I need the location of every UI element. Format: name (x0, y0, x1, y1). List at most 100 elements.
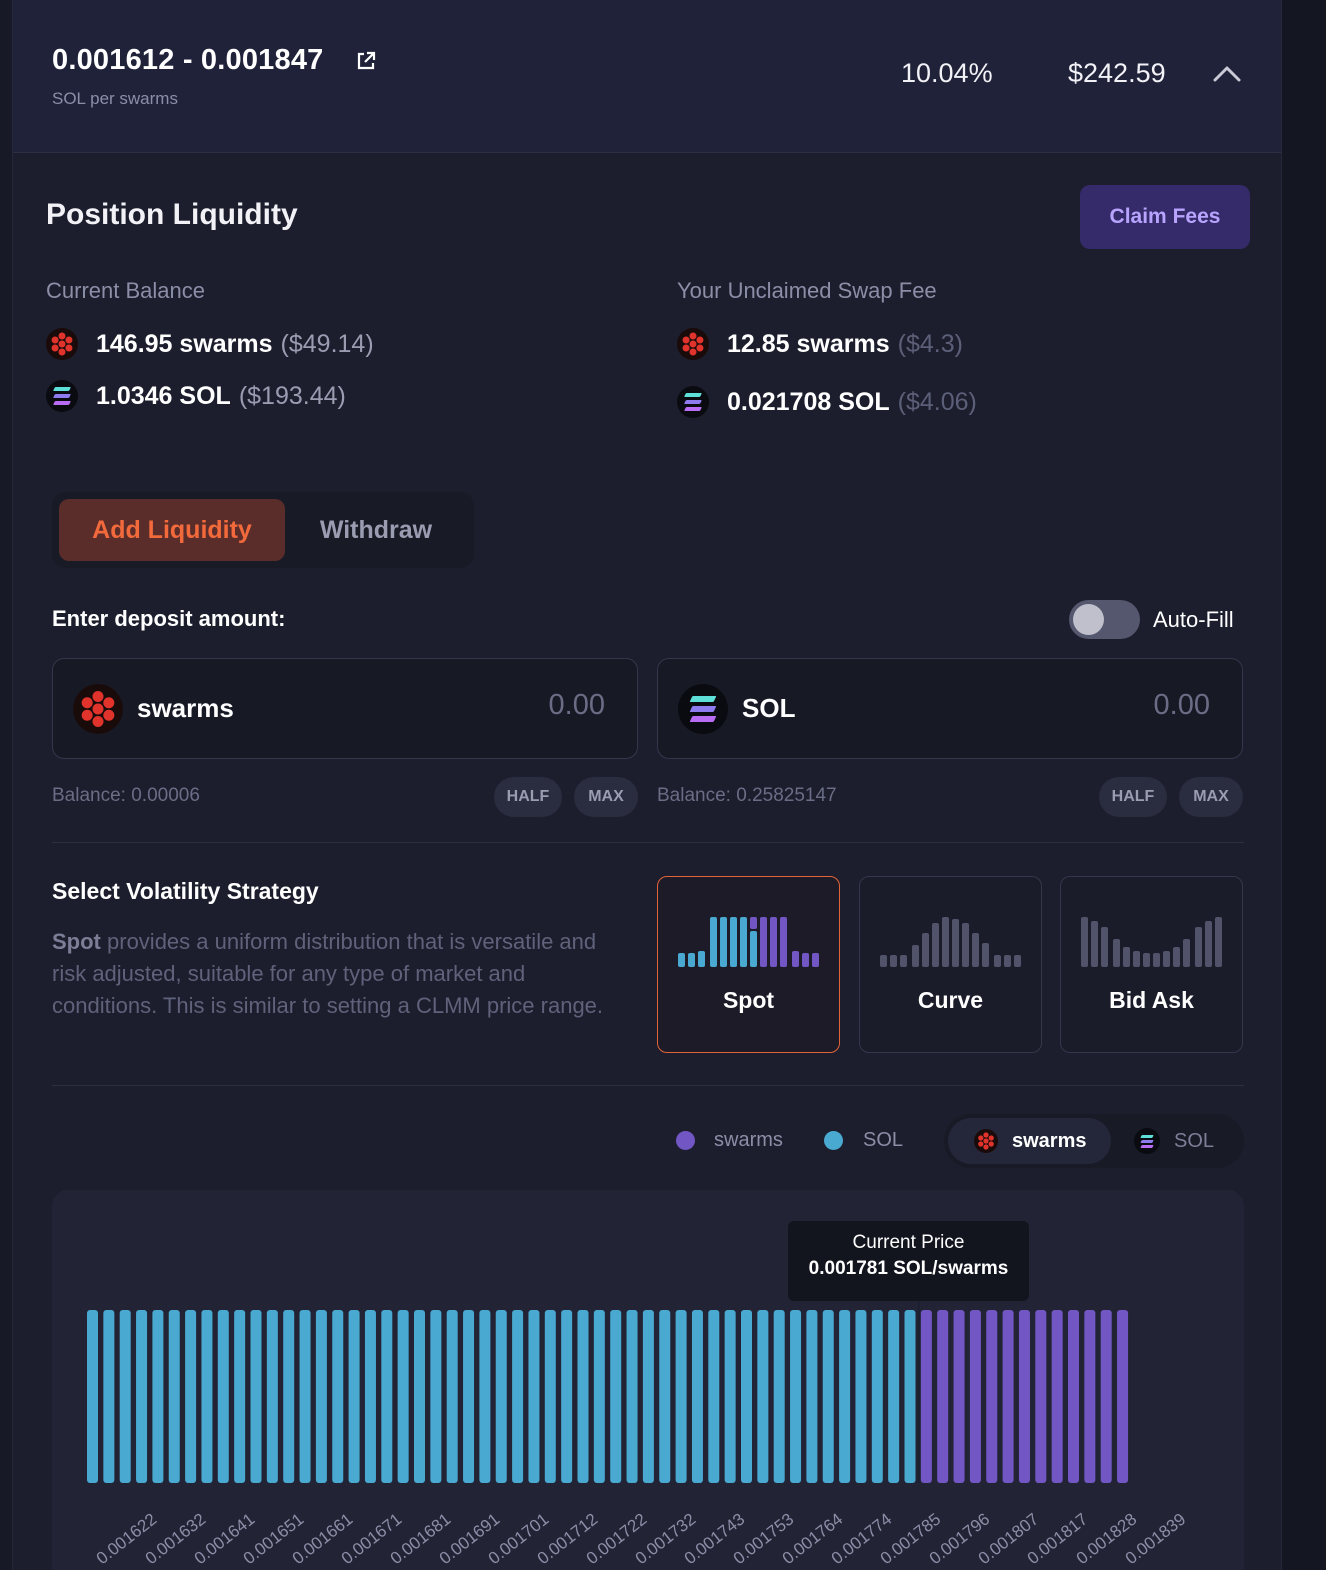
unclaimed-sol-usd: ($4.06) (897, 387, 977, 416)
sol-liquidity-bar[interactable] (773, 1310, 785, 1483)
sol-liquidity-bar[interactable] (315, 1310, 327, 1483)
sol-max-button[interactable]: MAX (1179, 777, 1243, 817)
sol-liquidity-bar[interactable] (479, 1310, 491, 1483)
page-gutter-right (1282, 0, 1326, 1570)
sol-liquidity-bar[interactable] (888, 1310, 900, 1483)
sol-liquidity-bar[interactable] (217, 1310, 229, 1483)
unclaimed-fee-label: Your Unclaimed Swap Fee (677, 278, 937, 303)
auto-fill-label: Auto-Fill (1153, 607, 1234, 632)
sol-token-icon (46, 380, 78, 412)
sol-half-button[interactable]: HALF (1099, 777, 1167, 817)
swarms-liquidity-bar[interactable] (1018, 1310, 1030, 1483)
toggle-sol-option[interactable]: SOL (1134, 1118, 1240, 1164)
swarms-amount-input[interactable] (445, 689, 605, 722)
sol-liquidity-bar[interactable] (790, 1310, 802, 1483)
sol-liquidity-bar[interactable] (414, 1310, 425, 1483)
sol-liquidity-bar[interactable] (741, 1310, 752, 1483)
sol-liquidity-bar[interactable] (168, 1310, 180, 1483)
swarms-token-icon (73, 684, 123, 734)
price-range-title: 0.001612 - 0.001847 (52, 44, 324, 76)
sol-liquidity-bar[interactable] (593, 1310, 605, 1483)
sol-liquidity-bar[interactable] (855, 1310, 867, 1483)
sol-liquidity-bar[interactable] (185, 1310, 197, 1483)
sol-liquidity-bar[interactable] (708, 1310, 720, 1483)
swarms-liquidity-bar[interactable] (1084, 1310, 1096, 1483)
sol-liquidity-bar[interactable] (806, 1310, 818, 1483)
balance-swarms-usd: ($49.14) (280, 329, 374, 358)
sol-liquidity-bar[interactable] (822, 1310, 834, 1483)
swarms-liquidity-bar[interactable] (1068, 1310, 1079, 1483)
toggle-swarms-option[interactable]: swarms (948, 1118, 1111, 1164)
sol-liquidity-bar[interactable] (610, 1310, 622, 1483)
swarms-liquidity-bar[interactable] (986, 1310, 998, 1483)
sol-liquidity-bar[interactable] (904, 1310, 916, 1483)
sol-liquidity-bar[interactable] (119, 1310, 131, 1483)
strategy-spot-card[interactable]: Spot (657, 876, 840, 1053)
sol-liquidity-bar[interactable] (675, 1310, 687, 1483)
sol-liquidity-bar[interactable] (201, 1310, 213, 1483)
sol-liquidity-bar[interactable] (103, 1310, 115, 1483)
external-link-icon[interactable] (355, 50, 377, 72)
sol-liquidity-bar[interactable] (757, 1310, 769, 1483)
sol-liquidity-bar[interactable] (659, 1310, 671, 1483)
tab-add-liquidity[interactable]: Add Liquidity (59, 499, 285, 561)
sol-liquidity-bar[interactable] (250, 1310, 262, 1483)
swarms-liquidity-bar[interactable] (953, 1310, 965, 1483)
balance-sol-amount: 1.0346 SOL (96, 381, 231, 410)
chevron-up-icon[interactable] (1211, 60, 1243, 86)
sol-liquidity-bar[interactable] (463, 1310, 475, 1483)
swarms-liquidity-bar[interactable] (920, 1310, 932, 1483)
claim-fees-button[interactable]: Claim Fees (1080, 185, 1250, 249)
sol-liquidity-bar[interactable] (626, 1310, 638, 1483)
swarms-half-button[interactable]: HALF (494, 777, 562, 817)
strategy-description: Spot provides a uniform distribution tha… (52, 926, 632, 1022)
swarms-liquidity-bar[interactable] (1117, 1310, 1129, 1483)
sol-liquidity-bar[interactable] (348, 1310, 360, 1483)
liquidity-chart: 0.001622 0.001632 0.001641 0.001651 0.001661… (52, 1190, 1244, 1570)
sol-liquidity-bar[interactable] (430, 1310, 442, 1483)
sol-liquidity-bar[interactable] (544, 1310, 556, 1483)
swarms-liquidity-bar[interactable] (969, 1310, 981, 1483)
strategy-bid-ask-card[interactable]: Bid Ask (1060, 876, 1243, 1053)
sol-liquidity-bar[interactable] (561, 1310, 573, 1483)
sol-liquidity-bar[interactable] (266, 1310, 278, 1483)
sol-liquidity-bar[interactable] (642, 1310, 654, 1483)
sol-liquidity-bar[interactable] (299, 1310, 311, 1483)
sol-liquidity-bar[interactable] (446, 1310, 458, 1483)
sol-liquidity-bar[interactable] (87, 1310, 98, 1483)
sol-amount-input[interactable] (1050, 689, 1210, 722)
sol-liquidity-bar[interactable] (397, 1310, 409, 1483)
swarms-liquidity-bar[interactable] (1051, 1310, 1063, 1483)
sol-liquidity-bar[interactable] (364, 1310, 376, 1483)
swarms-token-icon (46, 328, 78, 360)
sol-liquidity-bar[interactable] (691, 1310, 703, 1483)
sol-liquidity-bar[interactable] (234, 1310, 246, 1483)
sol-liquidity-bar[interactable] (512, 1310, 524, 1483)
sol-liquidity-bar[interactable] (871, 1310, 883, 1483)
sol-liquidity-bar[interactable] (381, 1310, 393, 1483)
swarms-liquidity-bar[interactable] (937, 1310, 949, 1483)
sol-liquidity-bar[interactable] (528, 1310, 540, 1483)
position-header[interactable]: 0.001612 - 0.001847 SOL per swarms 10.04… (13, 0, 1281, 153)
swarms-liquidity-bar[interactable] (1100, 1310, 1112, 1483)
swarms-liquidity-bar[interactable] (1035, 1310, 1047, 1483)
chart-token-toggle: swarms SOL (944, 1114, 1244, 1168)
sol-liquidity-bar[interactable] (152, 1310, 164, 1483)
sol-liquidity-bar[interactable] (283, 1310, 295, 1483)
swarms-max-button[interactable]: MAX (574, 777, 638, 817)
unclaimed-swarms-usd: ($4.3) (897, 329, 963, 358)
current-balance-label: Current Balance (46, 278, 205, 303)
tab-withdraw[interactable]: Withdraw (285, 499, 467, 561)
sol-liquidity-bar[interactable] (724, 1310, 736, 1483)
sol-token-name: SOL (742, 693, 796, 723)
sol-token-icon (1134, 1128, 1160, 1154)
sol-liquidity-bar[interactable] (577, 1310, 589, 1483)
sol-liquidity-bar[interactable] (332, 1310, 344, 1483)
sol-liquidity-bar[interactable] (839, 1310, 851, 1483)
sol-liquidity-bar[interactable] (136, 1310, 148, 1483)
strategy-curve-card[interactable]: Curve (859, 876, 1042, 1053)
swarms-liquidity-bar[interactable] (1002, 1310, 1014, 1483)
sol-liquidity-bar[interactable] (495, 1310, 507, 1483)
auto-fill-toggle[interactable] (1069, 600, 1140, 639)
legend-sol-label: SOL (863, 1129, 904, 1151)
